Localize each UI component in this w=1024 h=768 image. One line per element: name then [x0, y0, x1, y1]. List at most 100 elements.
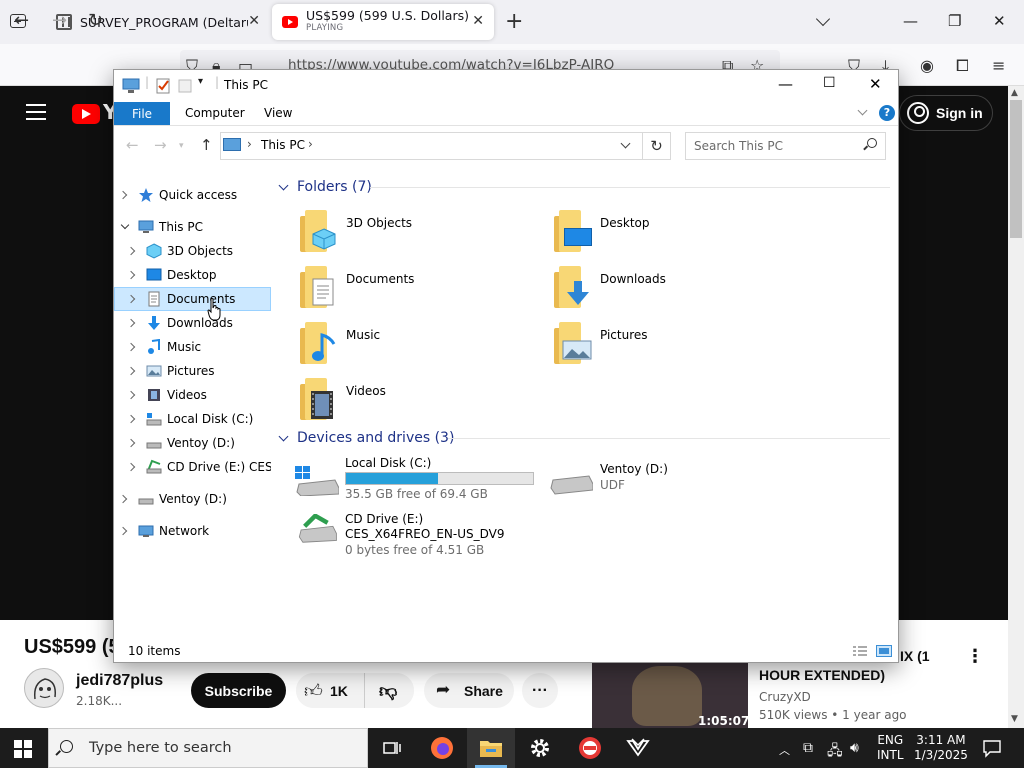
- expand-chevron-icon[interactable]: [118, 526, 128, 536]
- expand-chevron-icon[interactable]: [126, 462, 136, 472]
- sidebar-item-desktop[interactable]: Desktop: [114, 263, 271, 287]
- input-language-indicator[interactable]: ENG INTL: [877, 733, 904, 763]
- expand-chevron-icon[interactable]: [126, 342, 136, 352]
- more-vert-icon[interactable]: ⋮: [966, 646, 984, 667]
- taskbar-file-explorer[interactable]: [467, 728, 515, 768]
- reload-icon[interactable]: ↻: [88, 10, 103, 31]
- folder-pictures[interactable]: Pictures: [554, 320, 804, 372]
- folder-3d-objects[interactable]: 3D Objects: [300, 208, 550, 260]
- extensions-icon[interactable]: ⧠: [956, 56, 969, 76]
- expand-chevron-icon[interactable]: [126, 366, 136, 376]
- sidebar-item-ventoy-d[interactable]: Ventoy (D:): [114, 431, 271, 455]
- devices-group-header[interactable]: Devices and drives (3): [278, 430, 454, 446]
- tab-computer[interactable]: Computer: [185, 106, 245, 120]
- sidebar-item-3d-objects[interactable]: 3D Objects: [114, 239, 271, 263]
- details-view-icon[interactable]: [852, 645, 868, 657]
- maximize-button[interactable]: ☐: [823, 75, 836, 91]
- expand-chevron-icon[interactable]: [126, 390, 136, 400]
- sidebar-item-music[interactable]: Music: [114, 335, 271, 359]
- taskbar-app-deltarune[interactable]: [614, 728, 662, 768]
- back-arrow-icon[interactable]: ←: [14, 10, 29, 31]
- taskbar-search-box[interactable]: Type here to search: [48, 728, 368, 768]
- sidebar-item-downloads[interactable]: Downloads: [114, 311, 271, 335]
- channel-avatar[interactable]: [24, 668, 64, 708]
- expand-chevron-icon[interactable]: [126, 270, 136, 280]
- drive-cd-e[interactable]: CD Drive (E:) CES_X64FREO_EN-US_DV9 0 by…: [295, 512, 555, 564]
- back-arrow-icon[interactable]: ←: [126, 136, 139, 154]
- expand-chevron-icon[interactable]: [118, 494, 128, 504]
- expand-chevron-icon[interactable]: [126, 438, 136, 448]
- taskbar-app-red-circle[interactable]: [566, 728, 614, 768]
- folder-downloads[interactable]: Downloads: [554, 264, 804, 316]
- tab-close-icon[interactable]: ✕: [248, 13, 260, 29]
- folder-desktop[interactable]: Desktop: [554, 208, 804, 260]
- large-icons-view-icon[interactable]: [876, 645, 892, 657]
- folder-videos[interactable]: Videos: [300, 376, 550, 428]
- forward-arrow-icon[interactable]: →: [52, 10, 67, 31]
- search-input[interactable]: [685, 132, 886, 160]
- taskbar-settings[interactable]: [516, 728, 564, 768]
- windows-start-icon[interactable]: [14, 740, 32, 758]
- related-video-title[interactable]: HOUR EXTENDED): [759, 667, 885, 683]
- help-icon[interactable]: ?: [879, 105, 895, 121]
- collapse-chevron-icon[interactable]: [120, 220, 130, 230]
- menu-icon[interactable]: ≡: [992, 56, 1005, 75]
- folder-music[interactable]: Music: [300, 320, 550, 372]
- taskbar-clock[interactable]: 3:11 AM 1/3/2025: [914, 733, 968, 763]
- breadcrumb-this-pc[interactable]: This PC: [261, 138, 305, 152]
- folders-group-header[interactable]: Folders (7): [278, 179, 372, 195]
- tray-app-icon[interactable]: ⧉: [803, 740, 813, 756]
- close-button[interactable]: ✕: [869, 75, 882, 93]
- up-arrow-icon[interactable]: ↑: [200, 136, 213, 154]
- scrollbar-thumb[interactable]: [1010, 100, 1022, 238]
- expand-chevron-icon[interactable]: [126, 414, 136, 424]
- sidebar-item-local-disk-c[interactable]: Local Disk (C:): [114, 407, 271, 431]
- properties-checkmark-icon[interactable]: [155, 78, 171, 94]
- hamburger-menu-icon[interactable]: [26, 104, 46, 120]
- collapse-group-chevron-icon[interactable]: [278, 180, 289, 190]
- scroll-up-arrow-icon[interactable]: ▲: [1011, 88, 1018, 98]
- sidebar-item-videos[interactable]: Videos: [114, 383, 271, 407]
- tab-close-icon[interactable]: ✕: [472, 13, 484, 29]
- sidebar-item-pictures[interactable]: Pictures: [114, 359, 271, 383]
- sidebar-item-this-pc[interactable]: This PC: [114, 215, 271, 239]
- related-video-channel[interactable]: CruzyXD: [759, 690, 811, 704]
- expand-chevron-icon[interactable]: [126, 246, 136, 256]
- sidebar-item-quick-access[interactable]: Quick access: [114, 183, 271, 207]
- forward-arrow-icon[interactable]: →: [154, 136, 167, 154]
- subscribe-button[interactable]: Subscribe: [191, 673, 286, 708]
- taskbar-firefox[interactable]: [418, 728, 466, 768]
- more-actions-button[interactable]: ···: [522, 673, 558, 708]
- show-hidden-icons-chevron-icon[interactable]: ︿: [779, 742, 790, 758]
- browser-close-button[interactable]: ✕: [993, 12, 1006, 30]
- sidebar-item-documents[interactable]: Documents: [114, 287, 271, 311]
- task-view-button[interactable]: [368, 728, 416, 768]
- volume-icon[interactable]: 🔊︎: [850, 740, 859, 756]
- search-icon[interactable]: [867, 138, 877, 148]
- sidebar-item-cd-drive-e[interactable]: CD Drive (E:) CES_X64FREO_EN-US_DV9: [114, 455, 271, 479]
- dislike-button[interactable]: 👎︎: [364, 673, 414, 708]
- tab-file[interactable]: File: [114, 102, 170, 125]
- folder-documents[interactable]: Documents: [300, 264, 550, 316]
- collapse-group-chevron-icon[interactable]: [278, 431, 289, 441]
- new-tab-button[interactable]: +: [505, 9, 523, 34]
- tab-view[interactable]: View: [264, 106, 292, 120]
- breadcrumb-separator-icon[interactable]: ›: [247, 137, 252, 151]
- browser-minimize-button[interactable]: —: [903, 12, 918, 30]
- channel-name[interactable]: jedi787plus: [76, 672, 163, 690]
- account-icon[interactable]: ◉: [920, 56, 934, 75]
- expand-chevron-icon[interactable]: [126, 318, 136, 328]
- youtube-logo-icon[interactable]: [72, 104, 100, 124]
- tab-youtube-video[interactable]: US$599 (599 U.S. Dollars) (Spart PLAYING…: [272, 4, 494, 40]
- minimize-button[interactable]: —: [778, 75, 793, 93]
- tab-survey-program[interactable]: SURVEY_PROGRAM (Deltarune ✕: [46, 4, 270, 40]
- browser-restore-button[interactable]: ❐: [948, 12, 961, 30]
- notifications-icon[interactable]: [982, 738, 1002, 758]
- refresh-button[interactable]: ↻: [643, 132, 671, 160]
- network-tray-icon[interactable]: 🖧︎: [827, 740, 843, 764]
- breadcrumb-separator-icon[interactable]: ›: [308, 137, 313, 151]
- sidebar-item-ventoy-d-removable[interactable]: Ventoy (D:): [114, 487, 271, 511]
- drive-ventoy-d[interactable]: Ventoy (D:) UDF: [549, 462, 809, 514]
- expand-chevron-icon[interactable]: [126, 294, 136, 304]
- sidebar-item-network[interactable]: Network: [114, 519, 271, 543]
